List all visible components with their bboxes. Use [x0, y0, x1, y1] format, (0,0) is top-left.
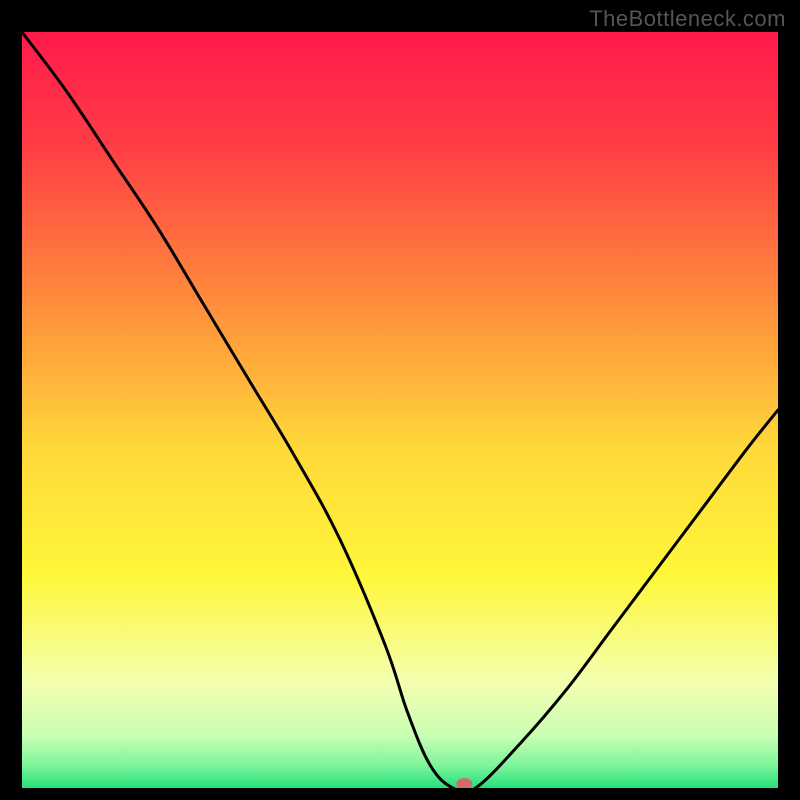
chart-frame: TheBottleneck.com: [0, 0, 800, 800]
plot-area: [22, 32, 778, 788]
gradient-background: [22, 32, 778, 788]
watermark-label: TheBottleneck.com: [589, 6, 786, 32]
bottleneck-chart: [22, 32, 778, 788]
